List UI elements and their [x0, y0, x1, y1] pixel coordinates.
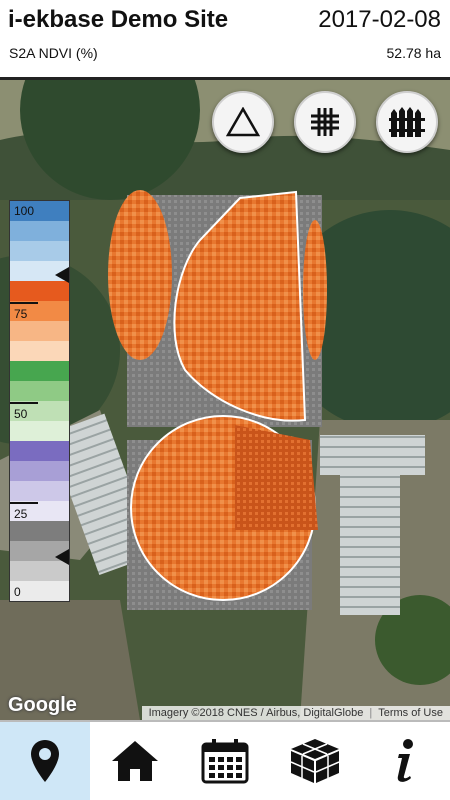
legend-band: [10, 421, 69, 441]
legend-band: [10, 241, 69, 261]
imagery-credit: Imagery ©2018 CNES / Airbus, DigitalGlob…: [148, 707, 364, 719]
fence-icon: [389, 107, 425, 137]
legend-tick: [10, 502, 38, 504]
legend-band: [10, 441, 69, 461]
google-logo: Google: [8, 694, 77, 716]
legend-tick: [10, 302, 38, 304]
legend-band: [10, 381, 69, 401]
legend-tick: [10, 402, 38, 404]
bottom-nav: [0, 720, 450, 800]
home-icon: [112, 741, 158, 781]
nav-calendar[interactable]: [180, 722, 270, 800]
nav-map[interactable]: [0, 722, 90, 800]
map-attribution: Imagery ©2018 CNES / Airbus, DigitalGlob…: [141, 706, 450, 721]
legend-marker-high: [55, 267, 69, 283]
cube-icon: [290, 739, 340, 783]
site-title: i-ekbase Demo Site: [8, 6, 229, 33]
info-icon: [397, 739, 413, 782]
draw-triangle-button[interactable]: [212, 91, 274, 153]
triangle-icon: [226, 107, 260, 137]
map-pin-icon: [31, 740, 59, 782]
legend-band: [10, 461, 69, 481]
terms-link[interactable]: Terms of Use: [375, 707, 446, 719]
nav-info[interactable]: [360, 722, 450, 800]
area-value: 52.78 ha: [386, 45, 442, 61]
calendar-icon: [201, 739, 249, 784]
date-display[interactable]: 2017-02-08: [318, 6, 441, 34]
nav-3d[interactable]: [270, 722, 360, 800]
legend-label-50: 50: [14, 407, 28, 421]
legend-band: [10, 361, 69, 381]
legend-band: [10, 521, 69, 541]
legend-band: [10, 281, 69, 301]
legend-band: [10, 221, 69, 241]
fence-button[interactable]: [376, 91, 438, 153]
legend-label-100: 100: [14, 204, 35, 218]
legend-band: [10, 481, 69, 501]
grid-icon: [311, 108, 339, 136]
ndvi-legend: 100 75 50 25 0: [9, 200, 70, 602]
legend-label-75: 75: [14, 307, 28, 321]
header: i-ekbase Demo Site 2017-02-08 S2A NDVI (…: [0, 0, 450, 80]
legend-label-0: 0: [14, 585, 21, 599]
grid-button[interactable]: [294, 91, 356, 153]
legend-label-25: 25: [14, 507, 28, 521]
legend-band: [10, 341, 69, 361]
nav-home[interactable]: [90, 722, 180, 800]
layer-name: S2A NDVI (%): [9, 45, 98, 61]
legend-band: [10, 321, 69, 341]
legend-marker-low: [55, 549, 69, 565]
